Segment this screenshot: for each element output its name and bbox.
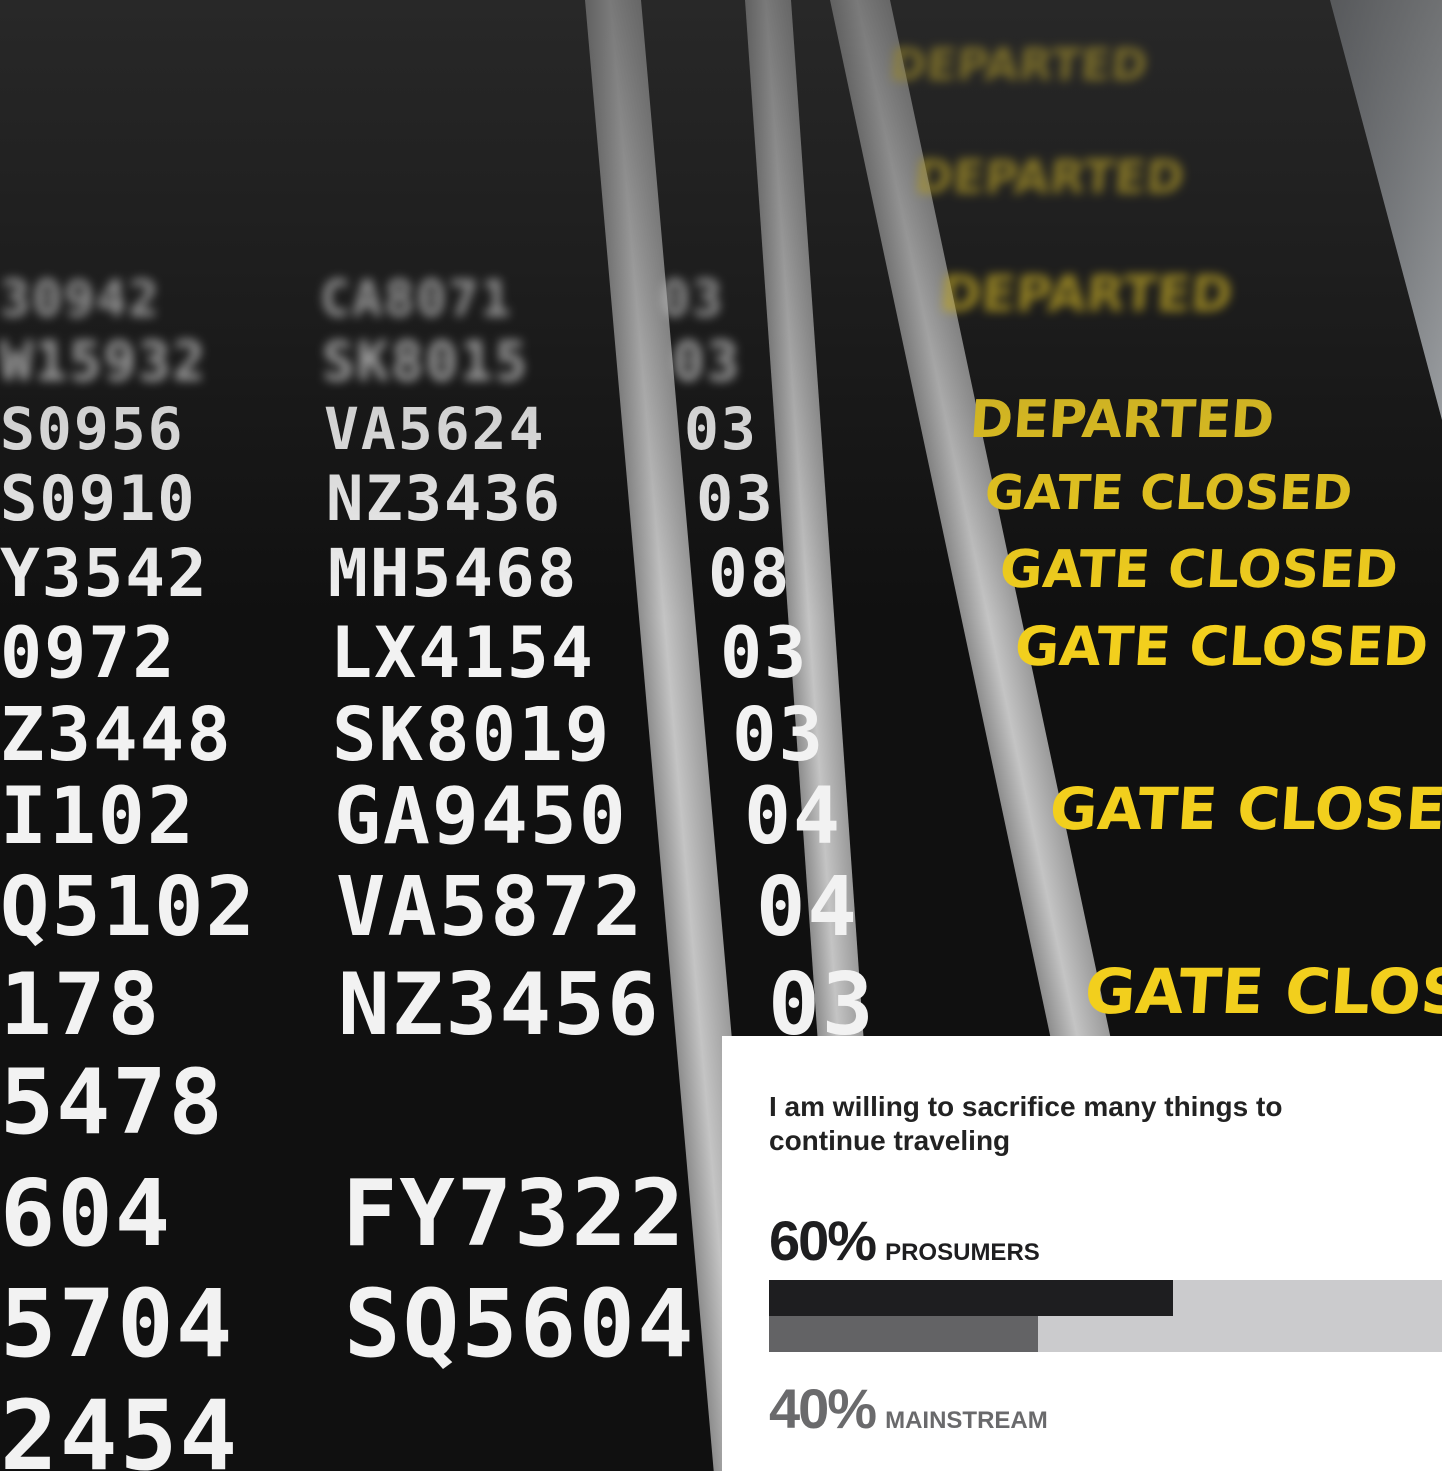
stat-card: I am willing to sacrifice many things to…: [722, 1036, 1442, 1471]
flight-code-left: S0910: [0, 462, 197, 535]
flight-status: DEPARTED: [967, 390, 1277, 450]
prosumers-bar: [769, 1280, 1173, 1316]
flight-code-left: 0972: [0, 612, 177, 694]
flight-code: LX4154: [330, 612, 595, 694]
flight-status: DEPARTED: [937, 265, 1235, 323]
prosumers-stat: 60% PROSUMERS: [769, 1208, 1040, 1273]
background-wall: [1330, 0, 1442, 420]
flight-status: GATE CLOSED: [1047, 775, 1442, 843]
flight-code: SQ5604: [344, 1270, 696, 1379]
mainstream-stat: 40% MAINSTREAM: [769, 1376, 1048, 1441]
flight-code: VA5624: [324, 395, 546, 463]
flight-status: DEPARTED: [913, 150, 1186, 204]
flight-status: GATE CLOSIN: [1082, 955, 1442, 1028]
mainstream-label: MAINSTREAM: [885, 1407, 1048, 1434]
gate-number: 03: [732, 692, 826, 778]
flight-code: MH5468: [328, 535, 579, 612]
flight-code-left: Q5102: [0, 860, 257, 955]
flight-code: SK8019: [332, 692, 612, 778]
flight-code: SK8015: [322, 330, 530, 393]
flight-status: GATE CLOSED: [997, 540, 1400, 600]
flight-status: DEPARTED: [888, 40, 1150, 91]
gate-number: 03: [720, 612, 809, 694]
prosumers-percent: 60%: [769, 1209, 877, 1272]
flight-code-left: W15932: [0, 330, 208, 393]
flight-code: NZ3456: [338, 955, 661, 1055]
flight-code-left: 30942: [0, 270, 161, 328]
flight-code-left: 178: [0, 955, 162, 1055]
gate-number: 03: [684, 395, 758, 463]
flight-code: NZ3436: [326, 462, 562, 535]
flight-code-left: Y3542: [0, 535, 209, 612]
mainstream-percent: 40%: [769, 1377, 877, 1440]
flight-status: GATE CLOSED: [983, 465, 1355, 521]
prosumers-bar-track: [769, 1280, 1442, 1316]
flight-code-left: 5704: [0, 1270, 235, 1379]
flight-status: GATE CLOSED: [1012, 615, 1431, 678]
flight-code-left: 5478: [0, 1050, 225, 1155]
flight-code: GA9450: [334, 772, 628, 862]
flight-code-left: 2454: [0, 1380, 240, 1471]
gate-number: 04: [744, 772, 842, 862]
gate-number: 03: [660, 270, 725, 328]
gate-number: 04: [756, 860, 859, 955]
flight-code-left: I102: [0, 772, 196, 862]
prosumers-label: PROSUMERS: [885, 1239, 1040, 1266]
gate-number: 08: [708, 535, 792, 612]
flight-code: CA8071: [320, 270, 513, 328]
flight-code-left: 604: [0, 1160, 173, 1267]
mainstream-bar-track: [769, 1316, 1442, 1352]
survey-question: I am willing to sacrifice many things to…: [769, 1091, 1283, 1156]
flight-code-left: S0956: [0, 395, 185, 463]
gate-number: 03: [672, 330, 742, 393]
mainstream-bar: [769, 1316, 1039, 1352]
flight-code-left: Z3448: [0, 692, 233, 778]
gate-number: 03: [696, 462, 775, 535]
flight-code: VA5872: [336, 860, 645, 955]
flight-code: FY7322: [342, 1160, 687, 1267]
